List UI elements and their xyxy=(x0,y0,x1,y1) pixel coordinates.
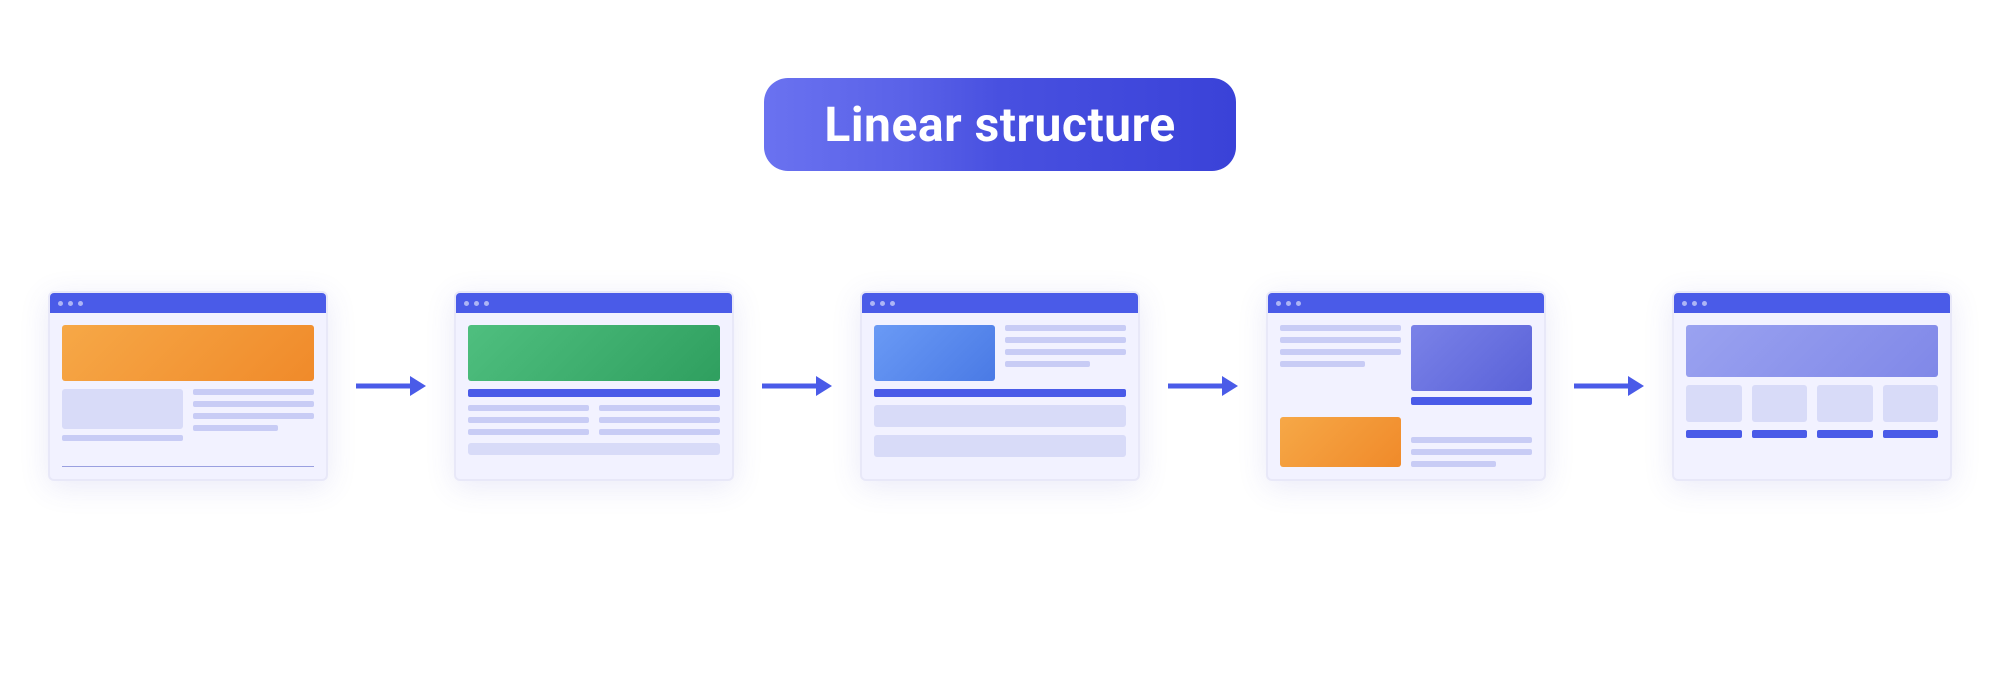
window-dot-icon xyxy=(464,301,469,306)
window-dot-icon xyxy=(890,301,895,306)
content-line xyxy=(193,401,314,407)
window-dot-icon xyxy=(68,301,73,306)
window-dot-icon xyxy=(870,301,875,306)
hero-block xyxy=(62,325,314,381)
page-body xyxy=(50,313,326,479)
flow-row xyxy=(0,291,2000,481)
card-block xyxy=(1686,385,1742,422)
accent-bar xyxy=(1883,430,1939,438)
content-line xyxy=(599,429,720,435)
window-dot-icon xyxy=(474,301,479,306)
content-line xyxy=(1005,349,1126,355)
browser-bar xyxy=(862,293,1138,313)
accent-bar xyxy=(1752,430,1808,438)
divider-line xyxy=(62,466,314,467)
hero-block xyxy=(874,325,995,381)
card-block xyxy=(1752,385,1808,422)
content-line xyxy=(468,405,589,411)
window-dot-icon xyxy=(58,301,63,306)
page-body xyxy=(1674,313,1950,479)
content-line xyxy=(1005,361,1090,367)
accent-bar xyxy=(874,389,1126,397)
browser-bar xyxy=(1674,293,1950,313)
page-body xyxy=(862,313,1138,479)
accent-bar xyxy=(1817,430,1873,438)
content-block xyxy=(874,435,1126,457)
content-line xyxy=(468,417,589,423)
arrow-right-icon xyxy=(762,374,832,398)
window-dot-icon xyxy=(1692,301,1697,306)
arrow-right-icon xyxy=(1574,374,1644,398)
accent-bar xyxy=(468,389,720,397)
page-node-2 xyxy=(454,291,734,481)
content-line xyxy=(193,389,314,395)
diagram-title-badge: Linear structure xyxy=(764,78,1235,171)
arrow-right-icon xyxy=(1168,374,1238,398)
window-dot-icon xyxy=(1296,301,1301,306)
content-block xyxy=(874,405,1126,427)
content-line xyxy=(1280,325,1401,331)
content-line xyxy=(1280,349,1401,355)
content-line xyxy=(1411,449,1532,455)
content-line xyxy=(1280,361,1365,367)
window-dot-icon xyxy=(1682,301,1687,306)
content-line xyxy=(1411,437,1532,443)
page-body xyxy=(1268,313,1544,479)
browser-bar xyxy=(1268,293,1544,313)
content-block xyxy=(1280,417,1401,467)
browser-bar xyxy=(456,293,732,313)
content-line xyxy=(1005,325,1126,331)
hero-block xyxy=(468,325,720,381)
content-line xyxy=(1005,337,1126,343)
window-dot-icon xyxy=(1286,301,1291,306)
window-dot-icon xyxy=(1276,301,1281,306)
browser-bar xyxy=(50,293,326,313)
content-line xyxy=(1280,337,1401,343)
accent-bar xyxy=(1411,397,1532,405)
page-body xyxy=(456,313,732,479)
window-dot-icon xyxy=(78,301,83,306)
page-node-1 xyxy=(48,291,328,481)
page-node-4 xyxy=(1266,291,1546,481)
page-node-3 xyxy=(860,291,1140,481)
card-block xyxy=(1817,385,1873,422)
content-line xyxy=(193,413,314,419)
window-dot-icon xyxy=(880,301,885,306)
page-node-5 xyxy=(1672,291,1952,481)
content-line xyxy=(1411,461,1496,467)
window-dot-icon xyxy=(484,301,489,306)
content-line xyxy=(468,429,589,435)
hero-block xyxy=(1411,325,1532,391)
content-block xyxy=(62,389,183,429)
content-block xyxy=(468,443,720,455)
hero-block xyxy=(1686,325,1938,377)
content-line xyxy=(193,425,278,431)
content-line xyxy=(599,417,720,423)
accent-bar xyxy=(1686,430,1742,438)
content-line xyxy=(599,405,720,411)
card-block xyxy=(1883,385,1939,422)
content-line xyxy=(62,435,183,441)
window-dot-icon xyxy=(1702,301,1707,306)
arrow-right-icon xyxy=(356,374,426,398)
